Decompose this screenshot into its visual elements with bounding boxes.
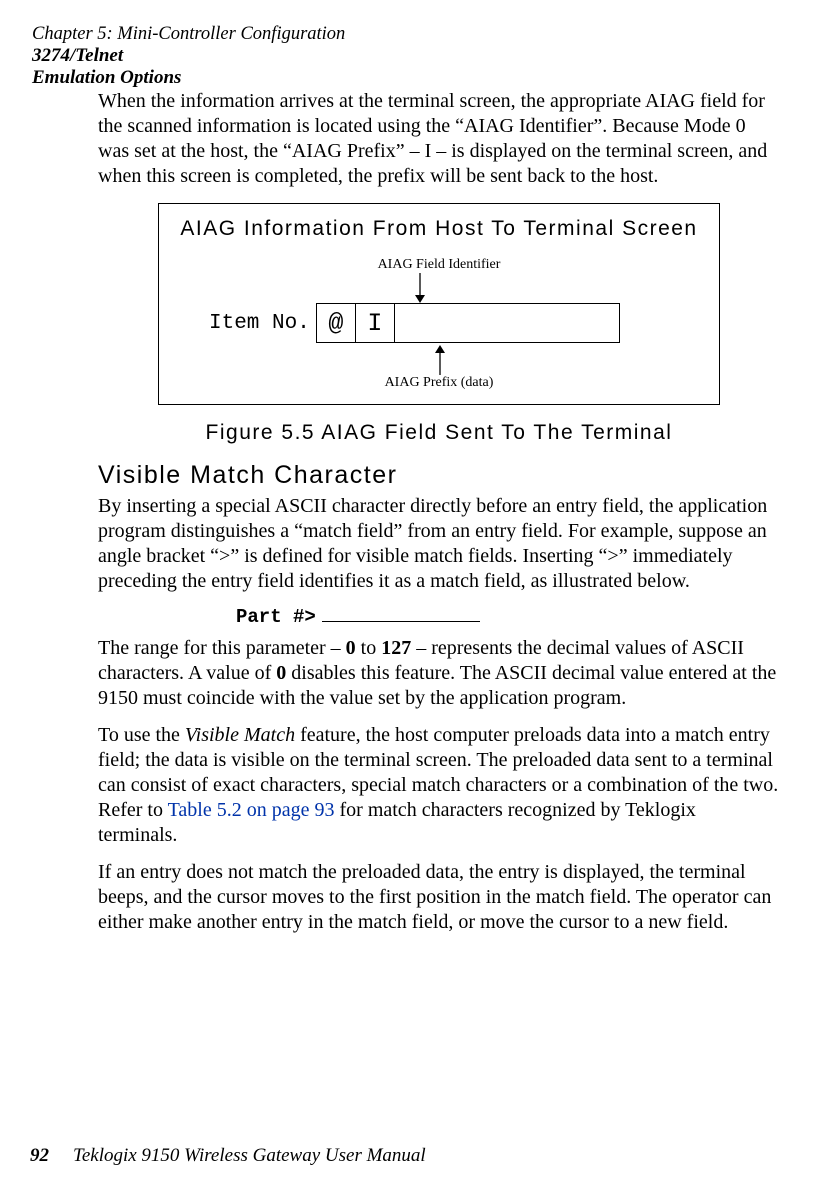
p4-span1: To use the xyxy=(98,724,185,746)
chapter-label: Chapter 5: Mini-Controller Configuration xyxy=(32,23,780,45)
section-label-2: Emulation Options xyxy=(32,67,780,89)
p3-span1: The range for this parameter – xyxy=(98,637,346,659)
footer: 92 Teklogix 9150 Wireless Gateway User Ma… xyxy=(30,1145,426,1167)
figure-field-row: Item No. @ I xyxy=(209,304,689,342)
paragraph-1: When the information arrives at the term… xyxy=(98,89,780,189)
p3-span2: to xyxy=(356,637,382,659)
item-no-label: Item No. xyxy=(209,312,310,335)
prefix-cell: I xyxy=(356,304,395,342)
p4-italic: Visible Match xyxy=(185,724,295,746)
empty-cell xyxy=(395,304,619,342)
code-text: Part #> xyxy=(236,606,316,628)
at-cell: @ xyxy=(317,304,356,342)
paragraph-4: To use the Visible Match feature, the ho… xyxy=(98,723,780,848)
manual-title: Teklogix 9150 Wireless Gateway User Manu… xyxy=(73,1145,426,1166)
subheading-visible-match: Visible Match Character xyxy=(98,461,780,490)
figure-top-label: AIAG Field Identifier xyxy=(159,257,719,273)
p3-b2: 127 xyxy=(381,637,411,659)
p4-link[interactable]: Table 5.2 on page 93 xyxy=(168,799,335,821)
underline-field xyxy=(322,607,480,622)
code-example: Part #> xyxy=(98,606,780,628)
p3-b3: 0 xyxy=(276,662,286,684)
figure-bottom-label: AIAG Prefix (data) xyxy=(159,375,719,391)
running-head: Chapter 5: Mini-Controller Configuration… xyxy=(32,23,780,89)
paragraph-3: The range for this parameter – 0 to 127 … xyxy=(98,636,780,711)
paragraph-5: If an entry does not match the preloaded… xyxy=(98,860,780,935)
p3-b1: 0 xyxy=(346,637,356,659)
figure-box: AIAG Information From Host To Terminal S… xyxy=(158,203,720,405)
input-box: @ I xyxy=(316,303,620,343)
page-number: 92 xyxy=(30,1145,49,1166)
section-label-1: 3274/Telnet xyxy=(32,45,780,67)
figure-title: AIAG Information From Host To Terminal S… xyxy=(159,217,719,241)
paragraph-2: By inserting a special ASCII character d… xyxy=(98,494,780,594)
page: Chapter 5: Mini-Controller Configuration… xyxy=(0,0,828,1199)
figure-caption: Figure 5.5 AIAG Field Sent To The Termin… xyxy=(98,421,780,445)
